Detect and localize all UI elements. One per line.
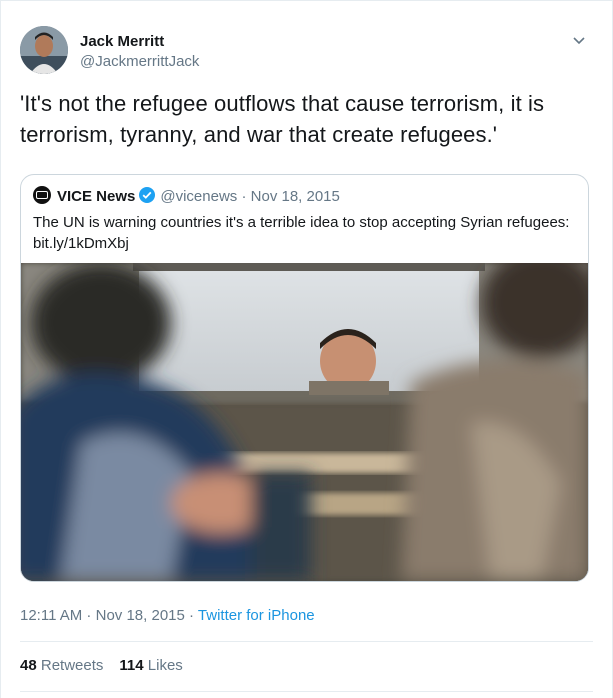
quoted-separator: ·: [237, 188, 251, 205]
likes-stat[interactable]: 114 Likes: [119, 656, 182, 676]
quoted-media-photo[interactable]: [21, 263, 588, 581]
quoted-tweet[interactable]: VICE News @vicenews · Nov 18, 2015 The UN…: [20, 174, 589, 582]
divider: [20, 641, 593, 642]
divider: [20, 691, 593, 692]
verified-badge-icon: [138, 186, 156, 210]
likes-count: 114: [119, 657, 144, 674]
quoted-tweet-header: VICE News @vicenews · Nov 18, 2015: [33, 186, 340, 206]
retweets-count: 48: [20, 657, 37, 674]
quoted-display-name: VICE News: [57, 188, 136, 205]
retweets-label: Retweets: [40, 657, 104, 674]
author-handle[interactable]: @JackmerrittJack: [80, 52, 199, 72]
tweet-source-link[interactable]: Twitter for iPhone: [198, 607, 315, 624]
tweet-header: Jack Merritt @JackmerrittJack: [20, 26, 593, 78]
chevron-down-icon[interactable]: [571, 32, 587, 48]
avatar-image: [20, 26, 68, 74]
author-names: Jack Merritt @JackmerrittJack: [80, 32, 199, 72]
author-avatar[interactable]: [20, 26, 68, 74]
likes-label: Likes: [147, 657, 183, 674]
tweet-stats: 48 Retweets 114 Likes: [20, 656, 199, 676]
tweet-time[interactable]: 12:11 AM: [20, 607, 82, 624]
retweets-stat[interactable]: 48 Retweets: [20, 656, 103, 676]
tweet-date[interactable]: Nov 18, 2015: [96, 607, 185, 624]
author-display-name[interactable]: Jack Merritt: [80, 32, 199, 52]
photo-image: [21, 263, 588, 581]
quoted-tweet-text: The UN is warning countries it's a terri…: [33, 214, 570, 252]
meta-separator-2: ·: [184, 607, 198, 624]
vice-logo-icon: [33, 186, 51, 204]
tweet-timestamp-row: 12:11 AM · Nov 18, 2015 · Twitter for iP…: [20, 606, 315, 626]
meta-separator-1: ·: [82, 607, 96, 624]
tweet-text: 'It's not the refugee outflows that caus…: [20, 91, 545, 147]
quoted-handle: @vicenews: [160, 188, 238, 205]
quoted-date: Nov 18, 2015: [250, 188, 340, 205]
